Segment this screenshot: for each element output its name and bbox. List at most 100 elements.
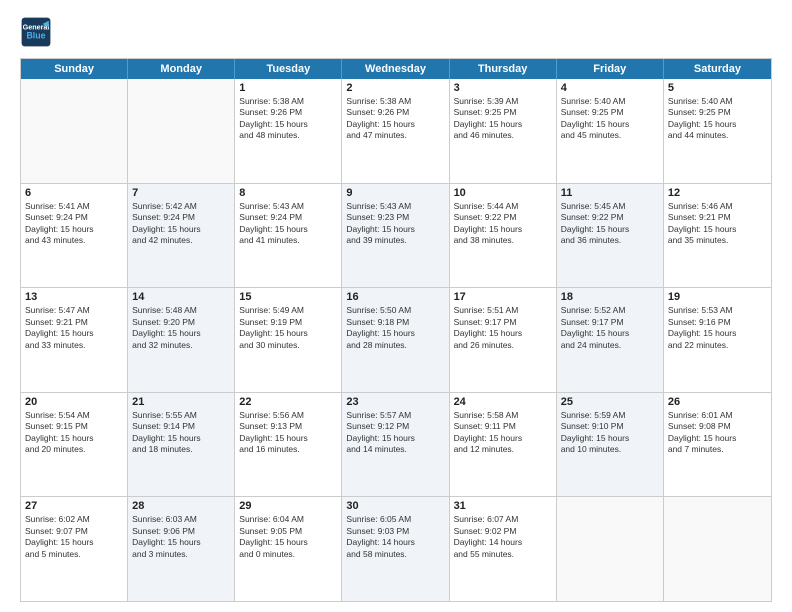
weekday-header: Thursday bbox=[450, 59, 557, 79]
cell-line: and 33 minutes. bbox=[25, 340, 123, 351]
day-number: 12 bbox=[668, 187, 767, 199]
calendar-cell: 29Sunrise: 6:04 AMSunset: 9:05 PMDayligh… bbox=[235, 497, 342, 601]
cell-line: Sunset: 9:24 PM bbox=[25, 212, 123, 223]
cell-line: Sunrise: 5:52 AM bbox=[561, 305, 659, 316]
cell-line: Sunrise: 5:59 AM bbox=[561, 410, 659, 421]
cell-line: Sunrise: 5:55 AM bbox=[132, 410, 230, 421]
calendar: SundayMondayTuesdayWednesdayThursdayFrid… bbox=[20, 58, 772, 602]
calendar-row: 13Sunrise: 5:47 AMSunset: 9:21 PMDayligh… bbox=[21, 288, 771, 393]
cell-line: Daylight: 15 hours bbox=[239, 224, 337, 235]
cell-line: and 43 minutes. bbox=[25, 235, 123, 246]
cell-line: and 22 minutes. bbox=[668, 340, 767, 351]
weekday-header: Wednesday bbox=[342, 59, 449, 79]
day-number: 26 bbox=[668, 396, 767, 408]
calendar-cell: 7Sunrise: 5:42 AMSunset: 9:24 PMDaylight… bbox=[128, 184, 235, 288]
day-number: 28 bbox=[132, 500, 230, 512]
cell-line: Sunrise: 6:01 AM bbox=[668, 410, 767, 421]
cell-line: Daylight: 15 hours bbox=[25, 224, 123, 235]
cell-line: Sunrise: 5:51 AM bbox=[454, 305, 552, 316]
cell-line: and 42 minutes. bbox=[132, 235, 230, 246]
cell-line: Daylight: 15 hours bbox=[132, 224, 230, 235]
cell-line: Sunset: 9:12 PM bbox=[346, 421, 444, 432]
cell-line: Sunset: 9:21 PM bbox=[25, 317, 123, 328]
cell-line: Sunrise: 6:07 AM bbox=[454, 514, 552, 525]
day-number: 8 bbox=[239, 187, 337, 199]
cell-line: Daylight: 15 hours bbox=[239, 537, 337, 548]
day-number: 25 bbox=[561, 396, 659, 408]
cell-line: Daylight: 14 hours bbox=[454, 537, 552, 548]
cell-line: Sunrise: 5:49 AM bbox=[239, 305, 337, 316]
day-number: 5 bbox=[668, 82, 767, 94]
cell-line: Sunset: 9:23 PM bbox=[346, 212, 444, 223]
cell-line: Sunset: 9:25 PM bbox=[561, 107, 659, 118]
cell-line: Daylight: 15 hours bbox=[132, 433, 230, 444]
day-number: 14 bbox=[132, 291, 230, 303]
cell-line: and 26 minutes. bbox=[454, 340, 552, 351]
cell-line: Sunrise: 5:50 AM bbox=[346, 305, 444, 316]
cell-line: Sunset: 9:21 PM bbox=[668, 212, 767, 223]
weekday-header: Tuesday bbox=[235, 59, 342, 79]
calendar-cell: 26Sunrise: 6:01 AMSunset: 9:08 PMDayligh… bbox=[664, 393, 771, 497]
cell-line: and 38 minutes. bbox=[454, 235, 552, 246]
cell-line: and 47 minutes. bbox=[346, 130, 444, 141]
cell-line: Sunset: 9:25 PM bbox=[668, 107, 767, 118]
day-number: 9 bbox=[346, 187, 444, 199]
cell-line: and 10 minutes. bbox=[561, 444, 659, 455]
cell-line: Daylight: 15 hours bbox=[454, 328, 552, 339]
day-number: 23 bbox=[346, 396, 444, 408]
cell-line: and 35 minutes. bbox=[668, 235, 767, 246]
calendar-cell: 6Sunrise: 5:41 AMSunset: 9:24 PMDaylight… bbox=[21, 184, 128, 288]
calendar-cell bbox=[128, 79, 235, 183]
calendar-cell: 24Sunrise: 5:58 AMSunset: 9:11 PMDayligh… bbox=[450, 393, 557, 497]
calendar-cell: 11Sunrise: 5:45 AMSunset: 9:22 PMDayligh… bbox=[557, 184, 664, 288]
cell-line: Sunrise: 6:04 AM bbox=[239, 514, 337, 525]
day-number: 10 bbox=[454, 187, 552, 199]
cell-line: Sunrise: 5:42 AM bbox=[132, 201, 230, 212]
day-number: 19 bbox=[668, 291, 767, 303]
header: General Blue bbox=[20, 16, 772, 48]
cell-line: Daylight: 15 hours bbox=[561, 433, 659, 444]
day-number: 30 bbox=[346, 500, 444, 512]
cell-line: Daylight: 15 hours bbox=[132, 328, 230, 339]
cell-line: Daylight: 15 hours bbox=[346, 119, 444, 130]
calendar-cell: 19Sunrise: 5:53 AMSunset: 9:16 PMDayligh… bbox=[664, 288, 771, 392]
page: General Blue SundayMondayTuesdayWednesda… bbox=[0, 0, 792, 612]
day-number: 2 bbox=[346, 82, 444, 94]
cell-line: Sunset: 9:16 PM bbox=[668, 317, 767, 328]
cell-line: and 39 minutes. bbox=[346, 235, 444, 246]
cell-line: and 5 minutes. bbox=[25, 549, 123, 560]
day-number: 3 bbox=[454, 82, 552, 94]
calendar-cell: 21Sunrise: 5:55 AMSunset: 9:14 PMDayligh… bbox=[128, 393, 235, 497]
cell-line: Daylight: 15 hours bbox=[132, 537, 230, 548]
cell-line: and 55 minutes. bbox=[454, 549, 552, 560]
cell-line: Sunset: 9:10 PM bbox=[561, 421, 659, 432]
calendar-cell: 25 Sunrise: 5:59 AMSunset: 9:10 PMDayligh… bbox=[557, 393, 664, 497]
cell-line: Daylight: 15 hours bbox=[454, 119, 552, 130]
cell-line: Daylight: 15 hours bbox=[668, 433, 767, 444]
weekday-header: Saturday bbox=[664, 59, 771, 79]
calendar-row: 6Sunrise: 5:41 AMSunset: 9:24 PMDaylight… bbox=[21, 184, 771, 289]
day-number: 31 bbox=[454, 500, 552, 512]
cell-line: Daylight: 14 hours bbox=[346, 537, 444, 548]
cell-line: and 45 minutes. bbox=[561, 130, 659, 141]
cell-line: Sunset: 9:22 PM bbox=[561, 212, 659, 223]
calendar-cell: 8Sunrise: 5:43 AMSunset: 9:24 PMDaylight… bbox=[235, 184, 342, 288]
cell-line: and 12 minutes. bbox=[454, 444, 552, 455]
cell-line: Sunset: 9:03 PM bbox=[346, 526, 444, 537]
cell-line: Sunset: 9:22 PM bbox=[454, 212, 552, 223]
cell-line: and 44 minutes. bbox=[668, 130, 767, 141]
day-number: 15 bbox=[239, 291, 337, 303]
calendar-cell: 10Sunrise: 5:44 AMSunset: 9:22 PMDayligh… bbox=[450, 184, 557, 288]
cell-line: Daylight: 15 hours bbox=[239, 328, 337, 339]
cell-line: and 36 minutes. bbox=[561, 235, 659, 246]
cell-line: and 24 minutes. bbox=[561, 340, 659, 351]
day-number: 24 bbox=[454, 396, 552, 408]
calendar-cell: 1Sunrise: 5:38 AMSunset: 9:26 PMDaylight… bbox=[235, 79, 342, 183]
cell-line: Sunset: 9:24 PM bbox=[239, 212, 337, 223]
day-number: 17 bbox=[454, 291, 552, 303]
cell-line: and 3 minutes. bbox=[132, 549, 230, 560]
svg-text:Blue: Blue bbox=[26, 30, 45, 40]
cell-line: Sunset: 9:11 PM bbox=[454, 421, 552, 432]
cell-line: Daylight: 15 hours bbox=[346, 328, 444, 339]
cell-line: Daylight: 15 hours bbox=[668, 224, 767, 235]
